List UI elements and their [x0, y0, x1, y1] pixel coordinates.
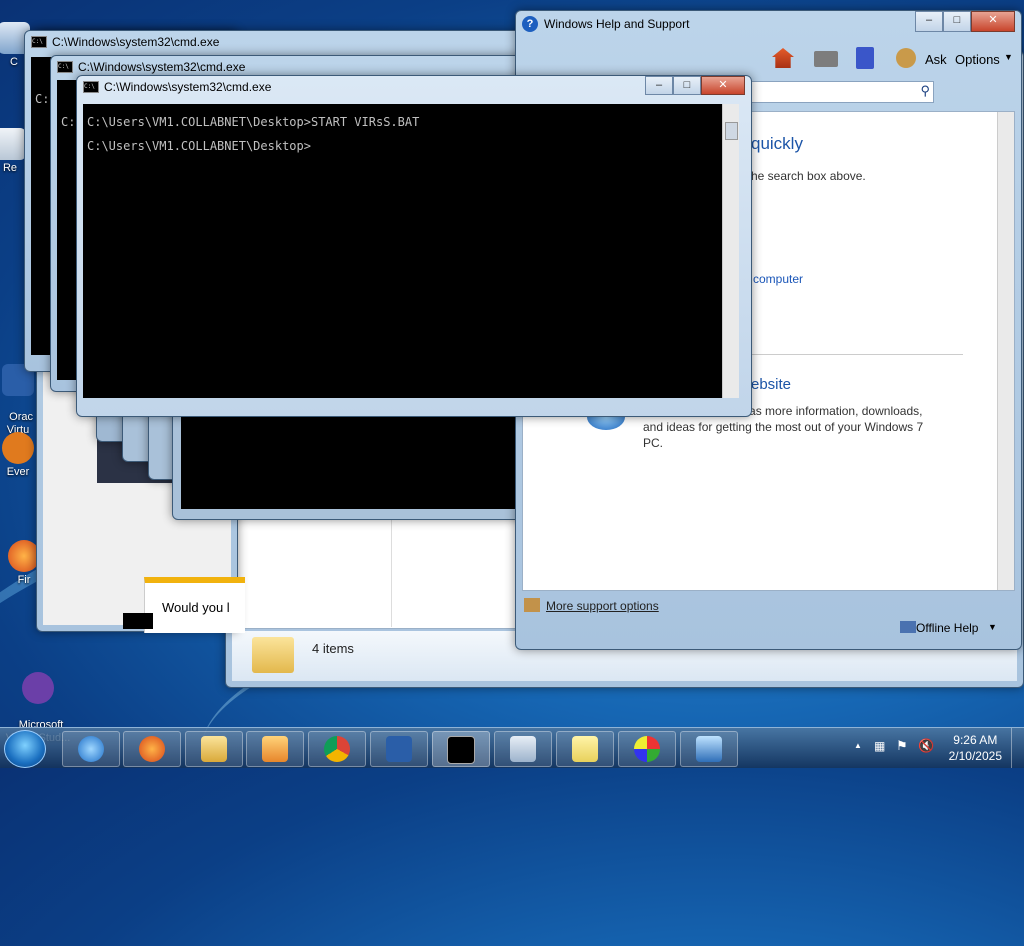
help-icon: ?	[522, 16, 538, 32]
browse-help-icon[interactable]	[856, 47, 874, 69]
taskbar-item[interactable]	[618, 731, 676, 767]
chevron-down-icon[interactable]: ▼	[1004, 52, 1013, 62]
search-icon[interactable]: ⚲	[920, 83, 930, 99]
sticky-notes-icon	[572, 736, 598, 762]
section-heading: ebsite	[751, 376, 792, 393]
section-heading: quickly	[751, 134, 803, 153]
show-hidden-icons-icon[interactable]: ▲	[854, 741, 862, 750]
minimize-button[interactable]: –	[915, 11, 943, 32]
prompt-dialog: Would you l	[144, 577, 245, 633]
taskbar-item[interactable]	[246, 731, 304, 767]
ask-button[interactable]: Ask	[925, 52, 947, 67]
calculator-icon	[510, 736, 536, 762]
computer-link[interactable]: computer	[753, 272, 803, 286]
item-count: 4 items	[312, 641, 354, 656]
cmd-window-active[interactable]: C:\ C:\Windows\system32\cmd.exe – □ ✕ C:\…	[76, 75, 752, 417]
offline-help-button[interactable]: Offline Help	[916, 621, 978, 635]
start-button[interactable]	[4, 730, 46, 768]
recycle-bin-icon	[0, 128, 26, 160]
firefox-icon	[139, 736, 165, 762]
close-button[interactable]: ✕	[701, 76, 745, 95]
scrollbar[interactable]	[997, 112, 1014, 590]
print-icon[interactable]	[814, 51, 838, 67]
window-title: C:\Windows\system32\cmd.exe	[52, 35, 220, 49]
minimize-button[interactable]: –	[645, 76, 673, 95]
system-tray: ▲ ▦ ⚑ 🔇 9:26 AM 2/10/2025	[834, 728, 1024, 768]
home-icon[interactable]	[772, 48, 794, 68]
paint-icon	[634, 736, 660, 762]
taskbar-item[interactable]	[494, 731, 552, 767]
show-desktop-button[interactable]	[1011, 728, 1024, 768]
console-line: C:\Users\VM1.COLLABNET\Desktop>START VIR…	[87, 115, 420, 129]
taskbar-item[interactable]	[123, 731, 181, 767]
media-player-icon	[262, 736, 288, 762]
taskbar-item[interactable]	[680, 731, 738, 767]
volume-muted-icon[interactable]: 🔇	[918, 738, 934, 754]
network-icon[interactable]: ▦	[874, 739, 885, 753]
folder-icon	[252, 637, 294, 673]
clock-date: 2/10/2025	[948, 749, 1002, 763]
close-button[interactable]: ✕	[971, 11, 1015, 32]
offline-help-icon	[900, 621, 916, 633]
cmd-icon	[447, 736, 475, 764]
visual-studio-icon	[22, 672, 54, 704]
cmd-icon: C:\	[83, 81, 99, 93]
taskbar-item[interactable]	[62, 731, 120, 767]
chrome-icon	[324, 736, 350, 762]
taskbar-item-active[interactable]	[432, 731, 490, 767]
clock[interactable]: 9:26 AM 2/10/2025	[949, 732, 1002, 764]
help-toolbar: Ask Options ▼	[726, 45, 1015, 75]
scroll-thumb[interactable]	[725, 122, 738, 140]
taskbar-item[interactable]	[308, 731, 366, 767]
taskbar-item[interactable]	[185, 731, 243, 767]
scrollbar[interactable]	[722, 104, 739, 398]
divider	[751, 354, 963, 355]
maximize-button[interactable]: □	[673, 76, 701, 95]
more-support-options-link[interactable]: More support options	[546, 599, 659, 613]
remote-desktop-icon	[696, 736, 722, 762]
explorer-folder-icon	[201, 736, 227, 762]
action-center-icon[interactable]: ⚑	[896, 738, 908, 754]
cmd-console[interactable]: C:\Users\VM1.COLLABNET\Desktop>START VIR…	[83, 104, 739, 398]
internet-explorer-icon	[78, 736, 104, 762]
ask-icon[interactable]	[896, 48, 916, 68]
cmd-icon: C:\	[31, 36, 47, 48]
taskbar-item[interactable]	[556, 731, 614, 767]
options-button[interactable]: Options	[955, 52, 1000, 67]
virtualbox-icon	[386, 736, 412, 762]
console-line: C:\Users\VM1.COLLABNET\Desktop>	[87, 139, 311, 153]
support-icon	[524, 598, 540, 612]
taskbar: ▲ ▦ ⚑ 🔇 9:26 AM 2/10/2025	[0, 727, 1024, 768]
taskbar-item[interactable]	[370, 731, 428, 767]
window-title: C:\Windows\system32\cmd.exe	[78, 60, 246, 74]
window-title: C:\Windows\system32\cmd.exe	[104, 80, 272, 94]
maximize-button[interactable]: □	[943, 11, 971, 32]
cmd-icon: C:\	[57, 61, 73, 73]
help-footer: More support options Offline Help ▼	[522, 593, 1015, 643]
clock-time: 9:26 AM	[953, 733, 998, 747]
chevron-down-icon[interactable]: ▼	[988, 622, 997, 632]
search-input[interactable]: ⚲	[736, 81, 934, 103]
everything-icon	[2, 432, 34, 464]
window-title: Windows Help and Support	[544, 17, 690, 31]
